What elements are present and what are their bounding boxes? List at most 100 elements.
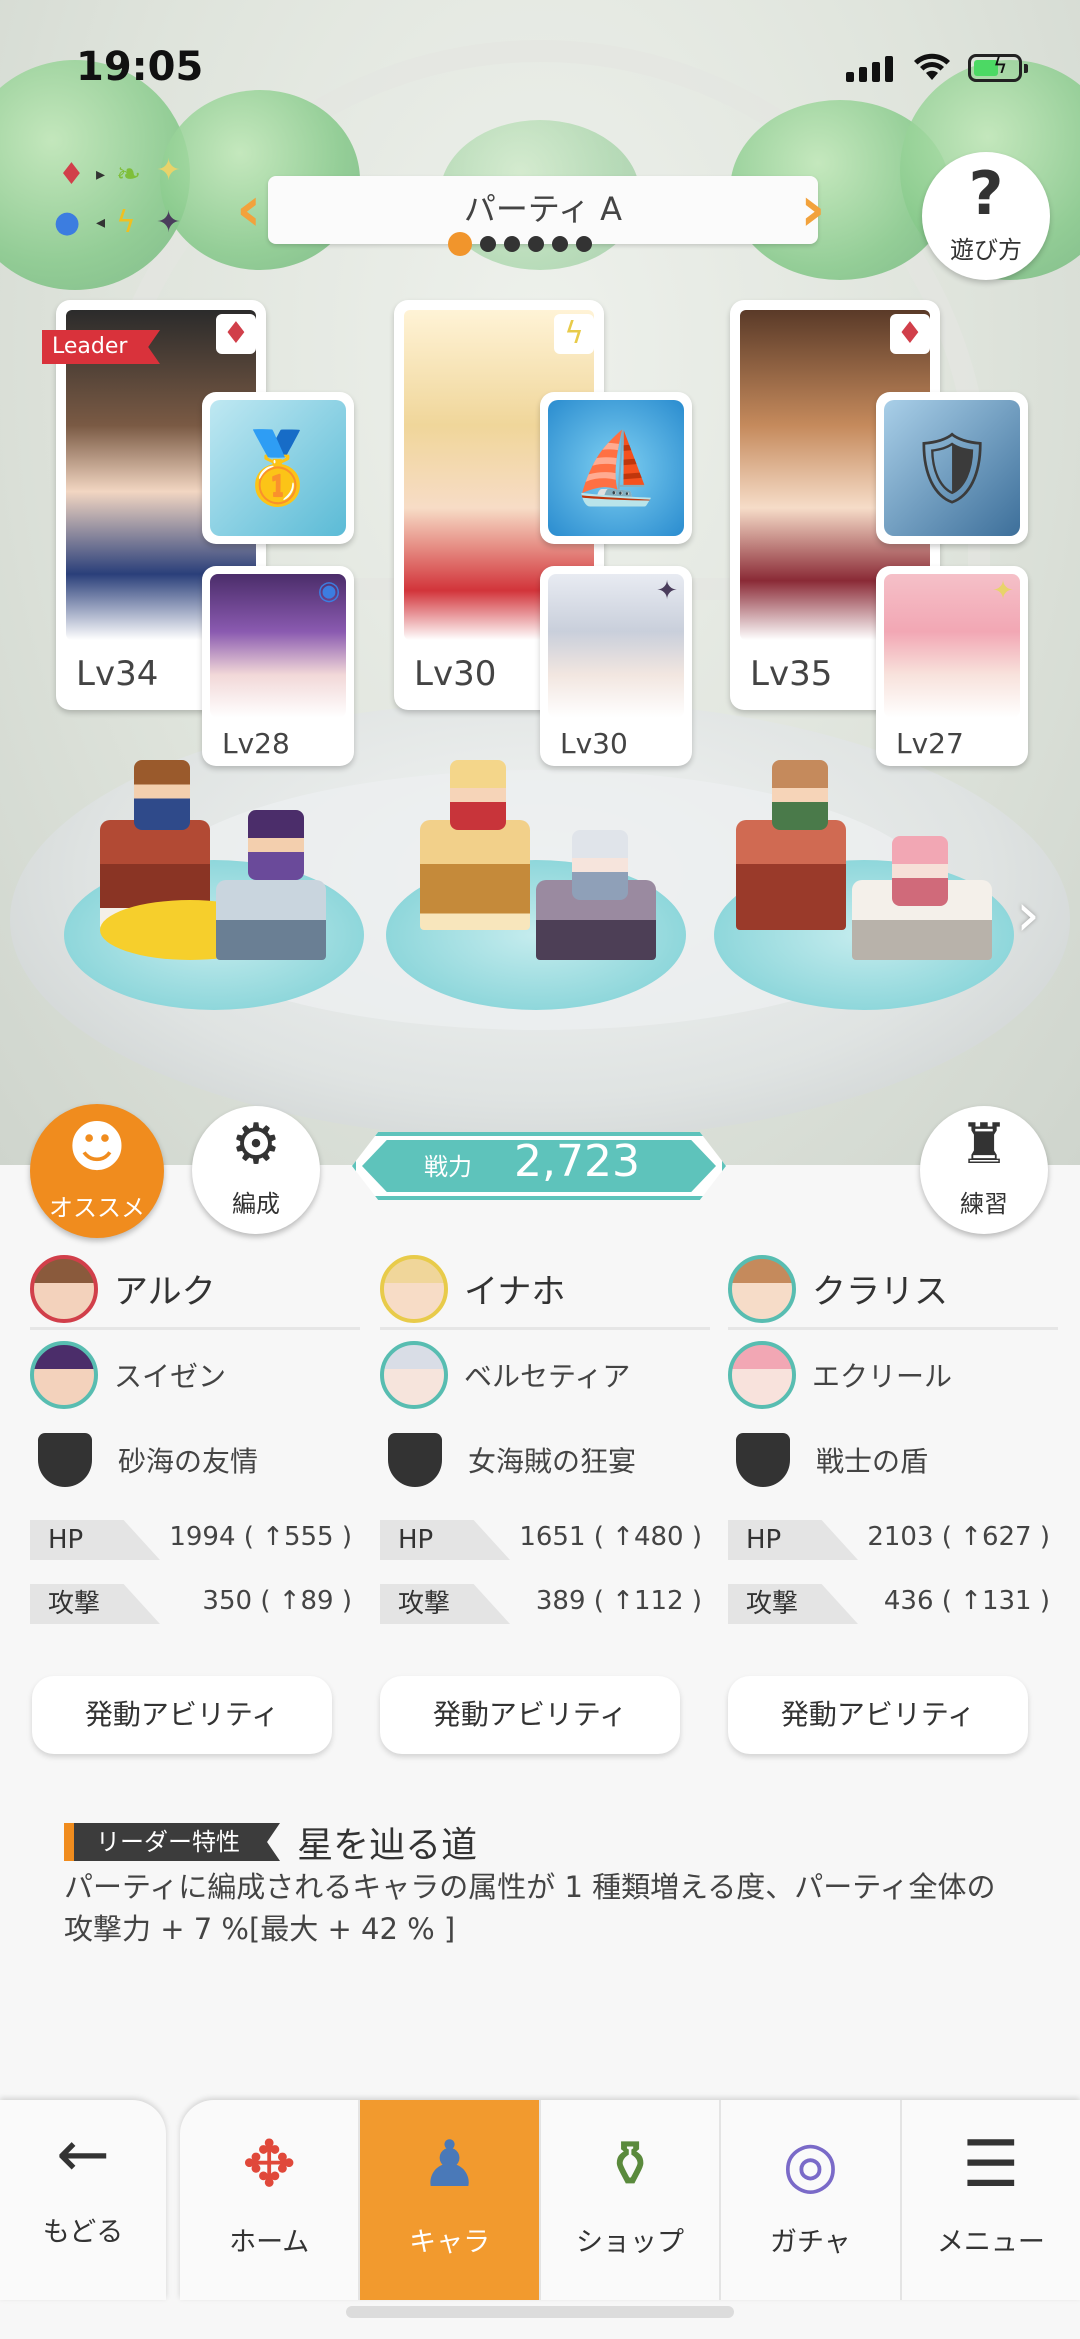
wifi-icon <box>914 53 950 80</box>
battery-icon: ϟ <box>968 54 1028 82</box>
sub-card[interactable]: ◉ Lv28 <box>202 566 354 766</box>
dark-star-icon: ✦ <box>656 576 678 606</box>
signal-icon <box>846 56 893 82</box>
hp-label: HP <box>380 1520 510 1560</box>
leader-name: アルク <box>114 1272 216 1312</box>
pixel-sprite[interactable] <box>892 836 948 906</box>
recommend-label: オススメ <box>49 1194 145 1222</box>
ship-orb-icon: ⛵ <box>548 400 684 536</box>
sub-card[interactable]: ✦ Lv30 <box>540 566 692 766</box>
shop-icon: ⚱ <box>603 2128 657 2202</box>
attack-stat: 攻撃 350 ( ↑89 ) <box>30 1584 360 1628</box>
leader-row[interactable]: クラリス <box>728 1250 1058 1330</box>
gacha-icon: ◎ <box>782 2128 839 2202</box>
leader-row[interactable]: イナホ <box>380 1250 710 1330</box>
sub-name: エクリール <box>812 1360 953 1393</box>
page-dot[interactable] <box>528 236 544 252</box>
ability-button[interactable]: 発動アビリティ <box>380 1676 680 1754</box>
help-label: 遊び方 <box>950 236 1022 264</box>
sub-level: Lv27 <box>896 727 964 760</box>
unit-stats-column: アルク スイゼン 砂海の友情 HP 1994 ( ↑555 ) 攻撃 350 (… <box>30 1250 360 1628</box>
sub-row[interactable]: スイゼン <box>30 1330 360 1420</box>
next-party-arrow[interactable]: › <box>800 176 826 242</box>
page-dot[interactable] <box>448 232 472 256</box>
avatar <box>380 1254 448 1323</box>
leader-tag: Leader <box>42 330 160 364</box>
hp-label: HP <box>30 1520 160 1560</box>
leader-row[interactable]: アルク <box>30 1250 360 1330</box>
party-page-dots <box>448 232 592 256</box>
hp-value: 2103 ( ↑627 ) <box>867 1522 1050 1552</box>
unit-stats-column: イナホ ベルセティア 女海賊の狂宴 HP 1651 ( ↑480 ) 攻撃 38… <box>380 1250 710 1628</box>
tab-home[interactable]: ✥ ホーム <box>180 2100 361 2300</box>
attack-stat: 攻撃 389 ( ↑112 ) <box>380 1584 710 1628</box>
water-circle-icon: ◉ <box>317 576 341 606</box>
nav-tabs: ✥ ホーム ♟ キャラ ⚱ ショップ ◎ ガチャ ☰ メニュー <box>180 2100 1080 2300</box>
power-label: 戦力 <box>424 1153 472 1181</box>
equipment-slot[interactable]: 🥇 <box>202 392 354 544</box>
sub-level: Lv28 <box>222 727 290 760</box>
skill-shield-icon <box>736 1433 790 1487</box>
tab-label: ショップ <box>576 2227 685 2258</box>
chevron-right-icon[interactable]: › <box>1016 880 1040 950</box>
equipment-slot[interactable]: 🛡 <box>876 392 1028 544</box>
skill-row[interactable]: 砂海の友情 <box>30 1420 360 1500</box>
tab-shop[interactable]: ⚱ ショップ <box>541 2100 722 2300</box>
leader-level: Lv35 <box>750 654 833 694</box>
question-icon: ? <box>968 159 1004 229</box>
avatar <box>30 1254 98 1323</box>
attack-stat: 攻撃 436 ( ↑131 ) <box>728 1584 1058 1628</box>
tab-menu[interactable]: ☰ メニュー <box>902 2100 1080 2300</box>
hp-label: HP <box>728 1520 858 1560</box>
recommend-button[interactable]: ☻ オススメ <box>30 1104 164 1238</box>
attack-label: 攻撃 <box>380 1584 510 1624</box>
pixel-sprite[interactable] <box>248 810 304 880</box>
skill-row[interactable]: 戦士の盾 <box>728 1420 1058 1500</box>
character-icon: ♟ <box>420 2128 479 2202</box>
avatar <box>30 1341 98 1409</box>
page-dot[interactable] <box>504 236 520 252</box>
page-dot[interactable] <box>552 236 568 252</box>
ability-button[interactable]: 発動アビリティ <box>728 1676 1028 1754</box>
pixel-sprite[interactable] <box>772 760 828 830</box>
leader-name: イナホ <box>464 1272 566 1312</box>
help-button[interactable]: ? 遊び方 <box>922 152 1050 280</box>
skill-row[interactable]: 女海賊の狂宴 <box>380 1420 710 1500</box>
page-dot[interactable] <box>480 236 496 252</box>
arrow-left-icon: ← <box>56 2118 110 2192</box>
back-button[interactable]: ← もどる <box>0 2100 166 2300</box>
attack-label: 攻撃 <box>728 1584 858 1624</box>
attack-value: 389 ( ↑112 ) <box>535 1586 702 1616</box>
fire-diamond-icon: ♦ <box>890 314 930 354</box>
avatar <box>380 1341 448 1409</box>
sub-card[interactable]: ✦ Lv27 <box>876 566 1028 766</box>
tab-gacha[interactable]: ◎ ガチャ <box>721 2100 902 2300</box>
prev-party-arrow[interactable]: ‹ <box>236 176 262 242</box>
practice-button[interactable]: ♜ 練習 <box>920 1106 1048 1234</box>
sub-row[interactable]: ベルセティア <box>380 1330 710 1420</box>
skill-name: 砂海の友情 <box>118 1445 259 1478</box>
formation-label: 編成 <box>232 1190 280 1218</box>
back-label: もどる <box>42 2217 124 2248</box>
home-indicator[interactable] <box>346 2306 734 2318</box>
skill-name: 女海賊の狂宴 <box>468 1445 637 1478</box>
hp-value: 1651 ( ↑480 ) <box>519 1522 702 1552</box>
skill-name: 戦士の盾 <box>816 1445 929 1478</box>
sub-row[interactable]: エクリール <box>728 1330 1058 1420</box>
power-value: 2,723 <box>514 1136 640 1187</box>
equipment-slot[interactable]: ⛵ <box>540 392 692 544</box>
page-dot[interactable] <box>576 236 592 252</box>
tab-character[interactable]: ♟ キャラ <box>360 2100 541 2300</box>
leader-trait: リーダー特性 星を辿る道 <box>64 1816 477 1868</box>
formation-button[interactable]: ⚙ 編成 <box>192 1106 320 1234</box>
ability-button[interactable]: 発動アビリティ <box>32 1676 332 1754</box>
tab-label: ガチャ <box>770 2227 851 2258</box>
avatar <box>728 1341 796 1409</box>
pixel-sprite[interactable] <box>572 830 628 900</box>
pixel-block <box>420 820 530 930</box>
pixel-sprite[interactable] <box>134 760 190 830</box>
pixel-sprite[interactable] <box>450 760 506 830</box>
element-chart-icon[interactable]: ♦ ▸ ❧ ✦ ● ◂ ϟ ✦ <box>52 156 192 250</box>
skill-shield-icon <box>388 1433 442 1487</box>
training-dummy-icon: ♜ <box>958 1112 1010 1177</box>
